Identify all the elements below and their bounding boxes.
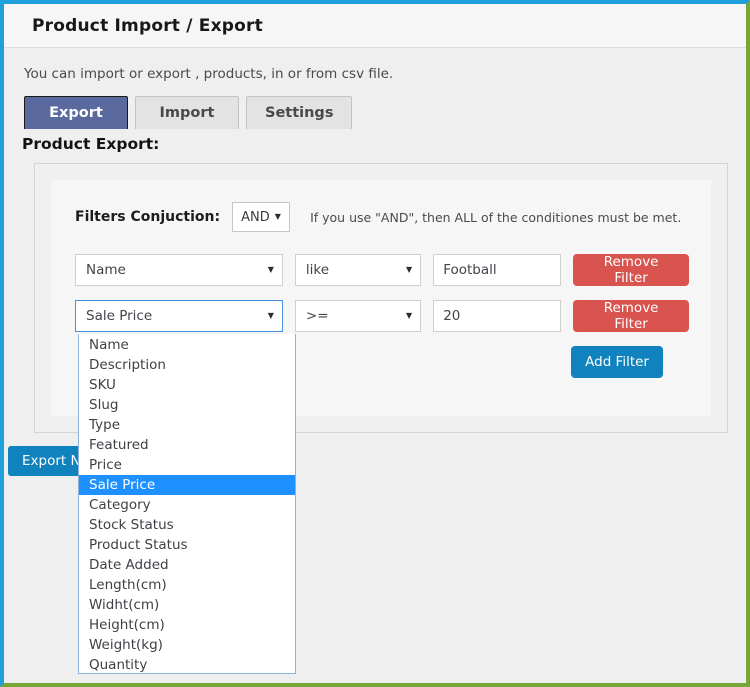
- field-dropdown-option[interactable]: Sale Price: [79, 475, 295, 495]
- field-dropdown-list[interactable]: NameDescriptionSKUSlugTypeFeaturedPriceS…: [78, 334, 296, 674]
- field-dropdown-option[interactable]: Product Status: [79, 535, 295, 555]
- header-bar: Product Import / Export: [4, 4, 746, 48]
- filters-conjunction-value: AND: [241, 210, 270, 225]
- chevron-down-icon: ▼: [406, 266, 412, 274]
- app-window: Product Import / Export You can import o…: [0, 0, 750, 687]
- filter-field-value-1: Name: [86, 262, 268, 278]
- field-dropdown-option[interactable]: Description: [79, 355, 295, 375]
- intro-description: You can import or export , products, in …: [4, 48, 746, 82]
- filter-row: Sale Price ▼ >= ▼ Remove Filter: [75, 300, 689, 332]
- filter-value-input-2[interactable]: [433, 300, 561, 332]
- chevron-down-icon: ▼: [406, 312, 412, 320]
- field-dropdown-option[interactable]: Featured: [79, 435, 295, 455]
- field-dropdown-option[interactable]: Slug: [79, 395, 295, 415]
- section-title: Product Export:: [4, 129, 746, 153]
- tab-settings[interactable]: Settings: [246, 96, 352, 129]
- field-dropdown-option[interactable]: Quantity: [79, 655, 295, 675]
- filters-conjunction-select[interactable]: AND ▼: [232, 202, 290, 232]
- field-dropdown-option[interactable]: Category: [79, 495, 295, 515]
- filters-conjunction-hint: If you use "AND", then ALL of the condit…: [310, 210, 681, 225]
- field-dropdown-option[interactable]: Price: [79, 455, 295, 475]
- field-dropdown-option[interactable]: Widht(cm): [79, 595, 295, 615]
- field-dropdown-option[interactable]: Weight(kg): [79, 635, 295, 655]
- chevron-down-icon: ▼: [268, 266, 274, 274]
- filter-operator-value-2: >=: [306, 308, 406, 324]
- filters-conjunction-label: Filters Conjuction:: [75, 209, 220, 225]
- add-filter-button[interactable]: Add Filter: [571, 346, 663, 378]
- tab-import[interactable]: Import: [135, 96, 239, 129]
- remove-filter-button-2[interactable]: Remove Filter: [573, 300, 689, 332]
- page-title: Product Import / Export: [32, 16, 263, 36]
- filter-operator-select-2[interactable]: >= ▼: [295, 300, 421, 332]
- filter-operator-value-1: like: [306, 262, 406, 278]
- filters-conjunction-row: Filters Conjuction: AND ▼ If you use "AN…: [75, 202, 689, 232]
- tab-bar: Export Import Settings: [4, 82, 746, 129]
- filter-row: Name ▼ like ▼ Remove Filter: [75, 254, 689, 286]
- field-dropdown-option[interactable]: Type: [79, 415, 295, 435]
- tab-export[interactable]: Export: [24, 96, 128, 129]
- filter-value-input-1[interactable]: [433, 254, 561, 286]
- filter-operator-select-1[interactable]: like ▼: [295, 254, 421, 286]
- filter-field-select-1[interactable]: Name ▼: [75, 254, 283, 286]
- filter-field-select-2[interactable]: Sale Price ▼: [75, 300, 283, 332]
- field-dropdown-option[interactable]: Date Added: [79, 555, 295, 575]
- remove-filter-button-1[interactable]: Remove Filter: [573, 254, 689, 286]
- field-dropdown-option[interactable]: Length(cm): [79, 575, 295, 595]
- chevron-down-icon: ▼: [268, 312, 274, 320]
- filter-field-value-2: Sale Price: [86, 308, 268, 324]
- chevron-down-icon: ▼: [275, 213, 281, 221]
- field-dropdown-option[interactable]: SKU: [79, 375, 295, 395]
- field-dropdown-option[interactable]: Stock Status: [79, 515, 295, 535]
- field-dropdown-option[interactable]: Height(cm): [79, 615, 295, 635]
- field-dropdown-option[interactable]: Name: [79, 335, 295, 355]
